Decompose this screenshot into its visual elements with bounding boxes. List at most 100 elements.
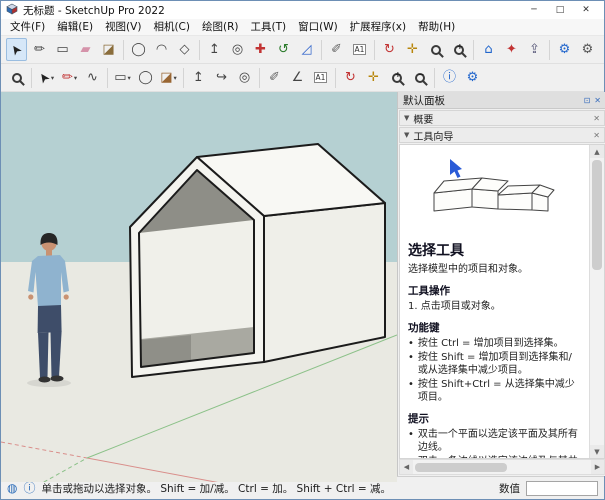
default-tray-panel: 默认面板 ⊡ ✕ ▼ 概要 ✕ ▼ 工具向导 ✕: [397, 92, 605, 476]
measurements-input[interactable]: [526, 481, 598, 496]
maximize-button[interactable]: □: [547, 1, 573, 19]
line-button[interactable]: ✏: [29, 38, 50, 61]
menu-help[interactable]: 帮助(H): [412, 19, 461, 35]
instructor-item: •按住 Ctrl = 增加项目到选择集。: [408, 337, 581, 350]
menu-window[interactable]: 窗口(W): [292, 19, 344, 35]
toolbar-separator: [183, 68, 184, 88]
eraser-button[interactable]: ▰: [75, 38, 96, 61]
instructor-illustration: [408, 150, 581, 236]
window-title: 无标题 - SketchUp Pro 2022: [23, 3, 165, 18]
toolbar-separator: [434, 68, 435, 88]
zoom-out-button[interactable]: −: [409, 66, 430, 89]
line-alt-icon: ✏: [62, 71, 73, 84]
bullet-icon: •: [408, 351, 414, 377]
menu-file[interactable]: 文件(F): [4, 19, 51, 35]
instructor-item: 1. 点击项目或对象。: [408, 300, 581, 313]
panel-pin-icon[interactable]: ⊡: [584, 96, 591, 105]
line-alt-dropdown-icon[interactable]: ▾: [74, 74, 77, 82]
viewport-canvas[interactable]: [1, 92, 397, 482]
extension-manager-button[interactable]: ⚙: [554, 38, 575, 61]
menu-camera[interactable]: 相机(C): [147, 19, 196, 35]
scrollbar-thumb-horizontal[interactable]: [415, 463, 507, 472]
sketchup-window: 无标题 - SketchUp Pro 2022 ─ □ ✕ 文件(F)编辑(E)…: [0, 0, 605, 500]
zoom-button[interactable]: [425, 38, 446, 61]
section-summary[interactable]: ▼ 概要 ✕: [399, 110, 605, 126]
orbit-button[interactable]: ↻: [379, 38, 400, 61]
model-info-button[interactable]: ⓘ: [439, 66, 460, 89]
rectangle-alt-dropdown-icon[interactable]: ▾: [128, 74, 131, 82]
status-hint: 单击或拖动以选择对象。 Shift = 加/减。 Ctrl = 加。 Shift…: [42, 481, 392, 496]
menu-extensions[interactable]: 扩展程序(x): [344, 19, 412, 35]
offset-button[interactable]: ◎: [227, 38, 248, 61]
push-pull-alt-button[interactable]: ↥: [188, 66, 209, 89]
close-button[interactable]: ✕: [573, 1, 599, 19]
freehand-button[interactable]: ∿: [82, 66, 103, 89]
protractor-button[interactable]: ∠: [287, 66, 308, 89]
menu-view[interactable]: 视图(V): [99, 19, 147, 35]
push-pull-button[interactable]: ↥: [204, 38, 225, 61]
tape-measure-button[interactable]: ✐: [326, 38, 347, 61]
collapse-arrow-icon[interactable]: ▼: [404, 131, 409, 139]
paint-bucket-alt-dropdown-icon[interactable]: ▾: [174, 74, 177, 82]
extension-warehouse-button[interactable]: ✦: [501, 38, 522, 61]
three-d-warehouse-button[interactable]: ⌂: [478, 38, 499, 61]
pan-button[interactable]: ✛: [402, 38, 423, 61]
paint-bucket-button[interactable]: ◪: [98, 38, 119, 61]
settings-button[interactable]: ⚙: [462, 66, 483, 89]
send-to-layout-button[interactable]: ⇪: [524, 38, 545, 61]
collapse-arrow-icon[interactable]: ▼: [404, 114, 409, 122]
scale-button[interactable]: ◿: [296, 38, 317, 61]
pan-alt-button[interactable]: ✛: [363, 66, 384, 89]
rectangle-button[interactable]: ▭: [52, 38, 73, 61]
info-icon[interactable]: ⓘ: [23, 482, 35, 494]
toolbar-separator: [473, 40, 474, 60]
circle-alt-button[interactable]: ◯: [135, 66, 156, 89]
line-alt-button[interactable]: ✏▾: [59, 66, 80, 89]
section-summary-close-icon[interactable]: ✕: [593, 114, 600, 123]
instructor-heading: 工具操作: [408, 283, 581, 298]
arc-button[interactable]: ◠: [151, 38, 172, 61]
tape-measure-icon: ✐: [331, 43, 342, 56]
toolbar-secondary: ➤▾✏▾∿▭▾◯◪▾↥↪◎✐∠A1↻✛+−ⓘ⚙: [1, 64, 604, 92]
text-button[interactable]: A1: [310, 66, 331, 89]
paint-bucket-alt-button[interactable]: ◪▾: [158, 66, 179, 89]
select-button[interactable]: ➤: [6, 38, 27, 61]
scrollbar-thumb[interactable]: [592, 160, 602, 270]
polygon-button[interactable]: ◇: [174, 38, 195, 61]
scroll-left-icon[interactable]: ◀: [400, 460, 413, 474]
panel-close-icon[interactable]: ✕: [594, 96, 601, 105]
instructor-item: •双击一条边线以选定该边线及与其共享的平面。: [408, 455, 581, 458]
offset-alt-button[interactable]: ◎: [234, 66, 255, 89]
move-button[interactable]: ✚: [250, 38, 271, 61]
section-instructor-close-icon[interactable]: ✕: [593, 131, 600, 140]
rectangle-alt-button[interactable]: ▭▾: [112, 66, 133, 89]
menu-draw[interactable]: 绘图(R): [196, 19, 245, 35]
zoom-extents-icon: +: [454, 45, 464, 55]
instructor-item: •按住 Shift+Ctrl = 从选择集中减少项目。: [408, 378, 581, 404]
menu-tools[interactable]: 工具(T): [244, 19, 292, 35]
select-alt-icon: ➤: [36, 69, 53, 85]
cursor-arrow-icon: [450, 159, 462, 178]
circle-button[interactable]: ◯: [128, 38, 149, 61]
scroll-up-icon[interactable]: ▲: [590, 145, 604, 158]
select-alt-button[interactable]: ➤▾: [36, 66, 57, 89]
menu-edit[interactable]: 编辑(E): [51, 19, 99, 35]
vertical-scrollbar[interactable]: ▲ ▼: [589, 145, 604, 458]
minimize-button[interactable]: ─: [521, 1, 547, 19]
tape-measure-alt-button[interactable]: ✐: [264, 66, 285, 89]
zoom-in-button[interactable]: +: [386, 66, 407, 89]
instructor-heading: 功能键: [408, 320, 581, 335]
dimension-text-button[interactable]: A1: [349, 38, 370, 61]
scroll-down-icon[interactable]: ▼: [590, 445, 604, 458]
horizontal-scrollbar[interactable]: ◀ ▶: [399, 459, 605, 475]
section-instructor[interactable]: ▼ 工具向导 ✕: [399, 127, 605, 143]
scroll-right-icon[interactable]: ▶: [591, 460, 604, 474]
toolbar-separator: [123, 40, 124, 60]
preferences-button[interactable]: ⚙: [577, 38, 598, 61]
follow-me-button[interactable]: ↪: [211, 66, 232, 89]
rotate-button[interactable]: ↺: [273, 38, 294, 61]
orbit-alt-button[interactable]: ↻: [340, 66, 361, 89]
zoom-extents-button[interactable]: +: [448, 38, 469, 61]
zoom-window-button[interactable]: [6, 66, 27, 89]
geolocation-icon[interactable]: ◍: [7, 482, 17, 494]
